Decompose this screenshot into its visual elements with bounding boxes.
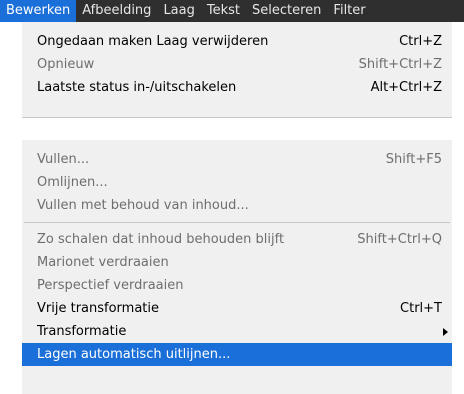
menu-item-content-aware-fill[interactable]: Vullen met behoud van inhoud... (22, 194, 452, 217)
menu-item-label: Lagen automatisch uitlijnen... (37, 347, 231, 362)
menu-item-label: Laatste status in-/uitschakelen (37, 80, 237, 95)
menu-item-label: Perspectief verdraaien (37, 278, 184, 293)
menu-item-shortcut: Ctrl+T (400, 301, 442, 316)
menu-item-auto-align-layers[interactable]: Lagen automatisch uitlijnen... (22, 343, 452, 366)
menu-item-label: Vullen... (37, 152, 90, 167)
submenu-arrow-icon (443, 328, 448, 336)
menu-filter[interactable]: Filter (327, 0, 371, 22)
screenshot-gap (0, 118, 464, 140)
menu-bar: Bewerken Afbeelding Laag Tekst Selectere… (0, 0, 464, 22)
menu-item-label: Opnieuw (37, 57, 95, 72)
menu-item-redo[interactable]: Opnieuw Shift+Ctrl+Z (22, 53, 452, 76)
menu-item-perspective-warp[interactable]: Perspectief verdraaien (22, 274, 452, 297)
menu-item-undo[interactable]: Ongedaan maken Laag verwijderen Ctrl+Z (22, 30, 452, 53)
menu-laag[interactable]: Laag (157, 0, 200, 22)
menu-item-shortcut: Shift+F5 (385, 152, 442, 167)
menu-item-shortcut: Alt+Ctrl+Z (370, 80, 442, 95)
menu-item-shortcut: Ctrl+Z (399, 34, 442, 49)
menu-item-label: Transformatie (37, 324, 127, 339)
menu-item-shortcut: Shift+Ctrl+Q (357, 232, 442, 247)
menu-separator (24, 222, 450, 223)
menu-item-toggle-last-state[interactable]: Laatste status in-/uitschakelen Alt+Ctrl… (22, 76, 452, 99)
menu-bewerken[interactable]: Bewerken (0, 0, 77, 22)
menu-item-label: Vrije transformatie (37, 301, 159, 316)
menu-item-fill[interactable]: Vullen... Shift+F5 (22, 148, 452, 171)
menu-item-label: Omlijnen... (37, 175, 108, 190)
menu-item-stroke[interactable]: Omlijnen... (22, 171, 452, 194)
menu-item-transform[interactable]: Transformatie (22, 320, 452, 343)
menu-item-puppet-warp[interactable]: Marionet verdraaien (22, 251, 452, 274)
menu-item-label: Vullen met behoud van inhoud... (37, 198, 249, 213)
menu-selecteren[interactable]: Selecteren (246, 0, 327, 22)
menu-item-label: Zo schalen dat inhoud behouden blijft (37, 232, 285, 247)
menu-item-free-transform[interactable]: Vrije transformatie Ctrl+T (22, 297, 452, 320)
menu-item-label: Marionet verdraaien (37, 255, 169, 270)
menu-item-label: Ongedaan maken Laag verwijderen (37, 34, 269, 49)
menu-item-content-aware-scale[interactable]: Zo schalen dat inhoud behouden blijft Sh… (22, 228, 452, 251)
edit-menu-bottom-panel: Vullen... Shift+F5 Omlijnen... Vullen me… (22, 140, 452, 394)
menu-tekst[interactable]: Tekst (201, 0, 246, 22)
menu-item-shortcut: Shift+Ctrl+Z (358, 57, 442, 72)
menu-afbeelding[interactable]: Afbeelding (76, 0, 157, 22)
edit-menu-top-panel: Ongedaan maken Laag verwijderen Ctrl+Z O… (22, 22, 452, 118)
